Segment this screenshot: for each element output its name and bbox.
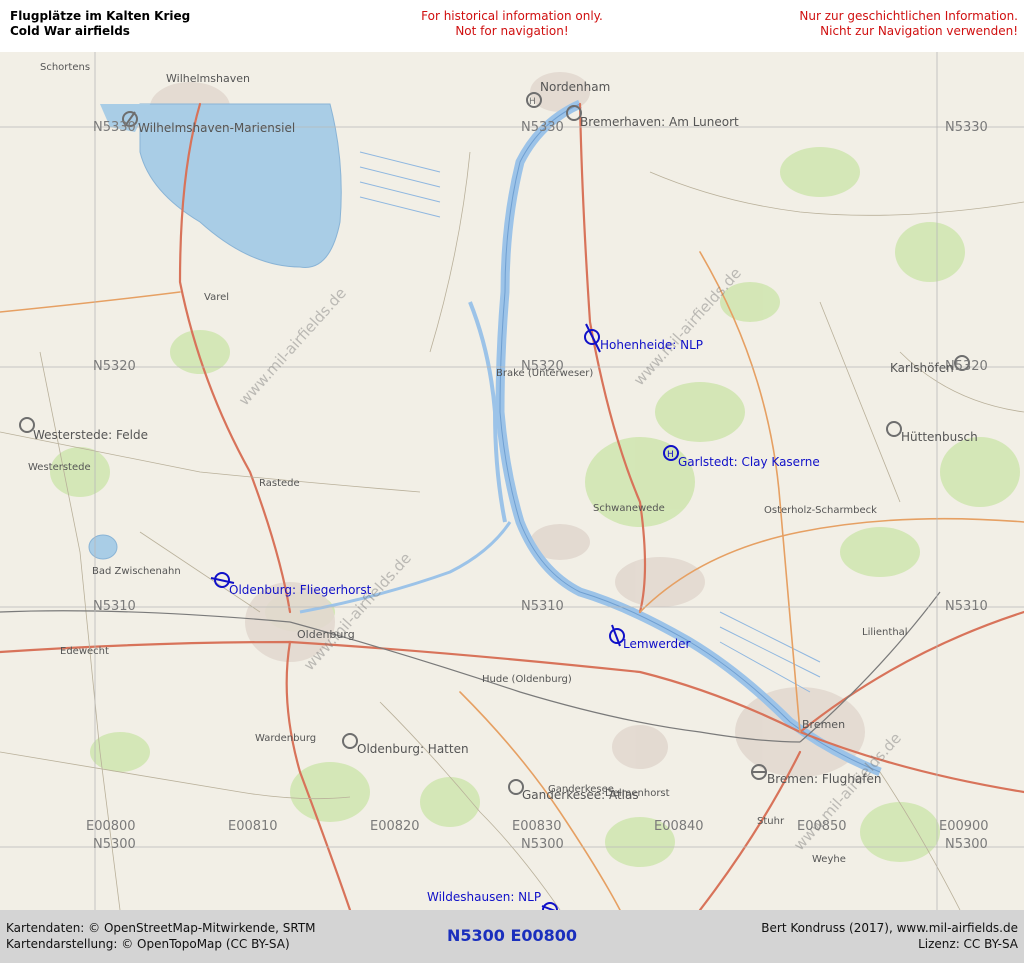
- town-edewecht: Edewecht: [60, 646, 109, 657]
- grid-label-n5300-c: N5300: [521, 837, 564, 852]
- author-credit: Bert Kondruss (2017), www.mil-airfields.…: [761, 921, 1018, 935]
- airfield-hohenheide-nlp[interactable]: Hohenheide: NLP: [600, 338, 703, 352]
- grid-label-e00800: E00800: [86, 819, 136, 834]
- warning-de-line2: Nicht zur Navigation verwenden!: [820, 24, 1018, 38]
- sheet-label: N5300 E00800: [446, 926, 578, 945]
- warning-en-line2: Not for navigation!: [455, 24, 569, 38]
- grid-label-n5310-c: N5310: [521, 599, 564, 614]
- town-westerstede: Westerstede: [28, 462, 91, 473]
- town-schortens: Schortens: [40, 62, 91, 73]
- town-nordenham: Nordenham: [540, 80, 611, 94]
- airfield-bremen-flughafen[interactable]: Bremen: Flughafen: [767, 772, 881, 786]
- airfield-bremerhaven-am-luneort[interactable]: Bremerhaven: Am Luneort: [580, 115, 739, 129]
- drainage-network: [359, 151, 821, 693]
- render-credit: Kartendarstellung: © OpenTopoMap (CC BY-…: [6, 937, 290, 951]
- grid-label-e00820: E00820: [370, 819, 420, 834]
- warning-en-line1: For historical information only.: [421, 9, 603, 23]
- map-title: Flugplätze im Kalten Krieg Cold War airf…: [10, 9, 190, 39]
- town-lilienthal: Lilienthal: [862, 627, 908, 638]
- town-wilhelmshaven: Wilhelmshaven: [166, 72, 250, 85]
- topographic-map[interactable]: H H www.mil-airfields.de www.mil-airfiel…: [0, 52, 1024, 910]
- town-varel: Varel: [204, 292, 230, 303]
- license: Lizenz: CC BY-SA: [918, 937, 1018, 951]
- header: Flugplätze im Kalten Krieg Cold War airf…: [0, 0, 1024, 52]
- footer-author: Bert Kondruss (2017), www.mil-airfields.…: [761, 920, 1018, 952]
- airfield-oldenburg-fliegerhorst[interactable]: Oldenburg: Fliegerhorst: [229, 583, 371, 597]
- grid-label-e00810: E00810: [228, 819, 278, 834]
- heliport-marker-nordenham: H: [529, 97, 536, 107]
- grid-label-n5320-w: N5320: [93, 359, 136, 374]
- data-credit: Kartendaten: © OpenStreetMap-Mitwirkende…: [6, 921, 316, 935]
- town-brake: Brake (Unterweser): [496, 368, 594, 379]
- town-hude: Hude (Oldenburg): [482, 674, 572, 685]
- airfield-wilhelmshaven-mariensiel[interactable]: Wilhelmshaven-Mariensiel: [138, 121, 295, 135]
- warning-en: For historical information only. Not for…: [380, 9, 644, 39]
- grid-label-e00850: E00850: [797, 819, 847, 834]
- town-stuhr: Stuhr: [757, 816, 785, 827]
- airfield-ganderkesee-atlas[interactable]: Ganderkesee: Atlas: [522, 788, 639, 802]
- warning-de-line1: Nur zur geschichtlichen Information.: [799, 9, 1018, 23]
- grid-label-n5330-c: N5330: [521, 120, 564, 135]
- town-osterholz: Osterholz-Scharmbeck: [764, 505, 877, 516]
- airfield-huettenbusch[interactable]: Hüttenbusch: [901, 430, 978, 444]
- footer-credits: Kartendaten: © OpenStreetMap-Mitwirkende…: [6, 920, 316, 952]
- title-de: Flugplätze im Kalten Krieg: [10, 9, 191, 23]
- zwischenahner-meer: [88, 534, 118, 560]
- town-wardenburg: Wardenburg: [255, 733, 317, 744]
- airfield-lemwerder[interactable]: Lemwerder: [623, 637, 690, 651]
- town-bad-zwischenahn: Bad Zwischenahn: [92, 566, 181, 577]
- footer: Kartendaten: © OpenStreetMap-Mitwirkende…: [0, 910, 1024, 963]
- grid-label-e00830: E00830: [512, 819, 562, 834]
- grid-label-n5310-w: N5310: [93, 599, 136, 614]
- grid-label-n5330-w: N5330: [93, 120, 136, 135]
- airfield-karlshoefen[interactable]: Karlshöfen: [890, 361, 954, 375]
- airfield-garlstedt-clay-kaserne[interactable]: Garlstedt: Clay Kaserne: [678, 455, 820, 469]
- warning-de: Nur zur geschichtlichen Information. Nic…: [799, 9, 1018, 39]
- heliport-marker-garlstedt: H: [667, 450, 674, 460]
- town-weyhe: Weyhe: [812, 854, 846, 865]
- grid-label-n5330-e: N5330: [945, 120, 988, 135]
- town-oldenburg: Oldenburg: [297, 628, 355, 641]
- airfield-westerstede-felde[interactable]: Westerstede: Felde: [33, 428, 148, 442]
- grid-label-e00900: E00900: [939, 819, 989, 834]
- grid-label-e00840: E00840: [654, 819, 704, 834]
- grid-label-n5300-w: N5300: [93, 837, 136, 852]
- airfield-wildeshausen-nlp[interactable]: Wildeshausen: NLP: [427, 890, 541, 904]
- grid-label-n5300-e: N5300: [945, 837, 988, 852]
- town-schwanewede: Schwanewede: [593, 503, 665, 514]
- grid-label-n5310-e: N5310: [945, 599, 988, 614]
- town-rastede: Rastede: [259, 478, 300, 489]
- airfield-oldenburg-hatten[interactable]: Oldenburg: Hatten: [357, 742, 469, 756]
- title-en: Cold War airfields: [10, 24, 130, 38]
- town-bremen: Bremen: [802, 718, 846, 731]
